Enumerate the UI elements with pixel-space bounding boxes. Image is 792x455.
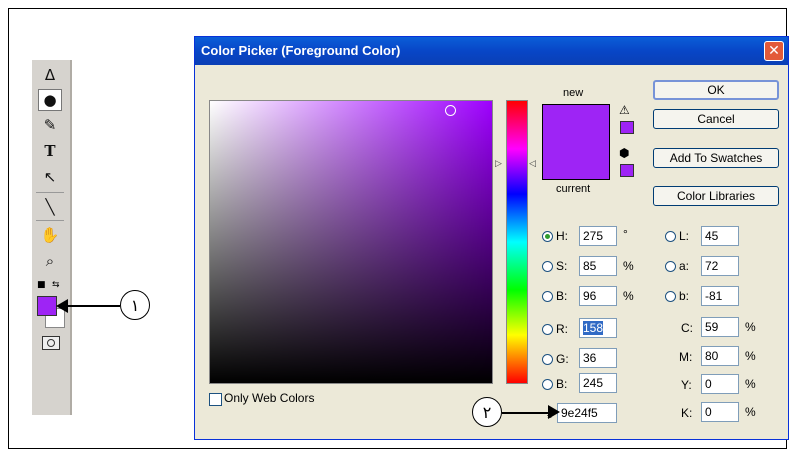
red-input[interactable]: 158 bbox=[579, 318, 617, 338]
gamut-warning-icon[interactable]: ⚠ bbox=[619, 103, 630, 117]
degree-unit: ° bbox=[623, 227, 628, 241]
annotation-label-1: ١ bbox=[120, 290, 150, 320]
a-channel-radio[interactable] bbox=[665, 261, 676, 272]
gamut-color-swatch[interactable] bbox=[620, 121, 634, 134]
saturation-radio[interactable] bbox=[542, 261, 553, 272]
pen-tool-icon[interactable]: ✎ bbox=[38, 114, 62, 136]
color-picker-dialog: Color Picker (Foreground Color) ✕ ▷ ◁ ne… bbox=[194, 36, 789, 440]
magenta-label: M: bbox=[679, 350, 693, 364]
red-label: R: bbox=[556, 322, 568, 336]
a-channel-input[interactable]: 72 bbox=[701, 256, 739, 276]
saturation-label: S: bbox=[556, 259, 568, 273]
cyan-input[interactable]: 59 bbox=[701, 317, 739, 337]
black-input[interactable]: 0 bbox=[701, 402, 739, 422]
toolbox-panel: Δ ● ✎ T ↖ ╲ ✋ ⌕ ■ ⇆ bbox=[32, 60, 72, 415]
cyan-label: C: bbox=[681, 321, 693, 335]
cancel-button[interactable]: Cancel bbox=[653, 109, 779, 129]
ok-button[interactable]: OK bbox=[653, 80, 779, 100]
quick-mask-icon[interactable] bbox=[42, 336, 60, 350]
current-color-label: current bbox=[556, 183, 591, 195]
color-sampler-icon[interactable]: ● bbox=[38, 89, 62, 111]
close-icon[interactable]: ✕ bbox=[764, 41, 784, 61]
dialog-title: Color Picker (Foreground Color) bbox=[201, 43, 401, 58]
hex-input[interactable]: 9e24f5 bbox=[557, 403, 617, 423]
hue-input[interactable]: 275 bbox=[579, 226, 617, 246]
brightness-label: B: bbox=[556, 289, 568, 303]
yellow-label: Y: bbox=[681, 378, 692, 392]
annotation-arrowhead-2 bbox=[548, 405, 560, 419]
annotation-arrow-1 bbox=[62, 305, 120, 307]
saturation-input[interactable]: 85 bbox=[579, 256, 617, 276]
a-channel-label: a: bbox=[679, 259, 690, 273]
hue-slider-right-arrow-icon[interactable]: ◁ bbox=[529, 159, 536, 169]
toolbox-divider bbox=[36, 220, 64, 221]
percent-unit: % bbox=[745, 320, 756, 334]
percent-unit: % bbox=[745, 405, 756, 419]
green-input[interactable]: 36 bbox=[579, 348, 617, 368]
blue-radio[interactable] bbox=[542, 379, 553, 390]
yellow-input[interactable]: 0 bbox=[701, 374, 739, 394]
percent-unit: % bbox=[623, 289, 634, 303]
b-channel-label: b: bbox=[679, 289, 690, 303]
type-tool-icon[interactable]: T bbox=[38, 140, 62, 162]
percent-unit: % bbox=[745, 377, 756, 391]
path-selection-icon[interactable]: ↖ bbox=[38, 166, 62, 188]
annotation-label-2: ٢ bbox=[472, 397, 502, 427]
red-input-selected-text: 158 bbox=[583, 321, 604, 335]
blue-input[interactable]: 245 bbox=[579, 373, 617, 393]
green-radio[interactable] bbox=[542, 354, 553, 365]
toolbox-divider bbox=[36, 192, 64, 193]
blue-label: B: bbox=[556, 377, 568, 391]
hue-slider[interactable] bbox=[506, 100, 528, 384]
add-to-swatches-button[interactable]: Add To Swatches bbox=[653, 148, 779, 168]
black-label: K: bbox=[681, 406, 693, 420]
brightness-input[interactable]: 96 bbox=[579, 286, 617, 306]
hue-slider-left-arrow-icon[interactable]: ▷ bbox=[495, 159, 502, 169]
zoom-tool-icon[interactable]: ⌕ bbox=[38, 250, 62, 272]
new-color-preview bbox=[542, 104, 610, 180]
only-web-colors-label: Only Web Colors bbox=[224, 391, 315, 405]
lightness-label: L: bbox=[679, 229, 690, 243]
only-web-colors-checkbox[interactable] bbox=[209, 393, 222, 406]
b-channel-radio[interactable] bbox=[665, 291, 676, 302]
hue-radio[interactable] bbox=[542, 231, 553, 242]
color-field-cursor[interactable] bbox=[445, 105, 456, 116]
lightness-radio[interactable] bbox=[665, 231, 676, 242]
new-color-label: new bbox=[563, 87, 584, 99]
path-select-icon[interactable]: Δ bbox=[38, 64, 62, 86]
magenta-input[interactable]: 80 bbox=[701, 346, 739, 366]
green-label: G: bbox=[556, 352, 569, 366]
hue-label: H: bbox=[556, 229, 568, 243]
swap-colors-icon[interactable]: ⇆ bbox=[52, 280, 60, 290]
color-field[interactable] bbox=[209, 100, 493, 384]
web-safe-color-swatch[interactable] bbox=[620, 164, 634, 177]
line-tool-icon[interactable]: ╲ bbox=[38, 196, 62, 218]
color-libraries-button[interactable]: Color Libraries bbox=[653, 186, 779, 206]
b-channel-input[interactable]: -81 bbox=[701, 286, 739, 306]
web-safe-cube-icon[interactable]: ⬢ bbox=[619, 146, 629, 160]
percent-unit: % bbox=[623, 259, 634, 273]
annotation-arrowhead-1 bbox=[56, 299, 68, 313]
brightness-radio[interactable] bbox=[542, 291, 553, 302]
percent-unit: % bbox=[745, 349, 756, 363]
dialog-titlebar: Color Picker (Foreground Color) ✕ bbox=[195, 37, 788, 65]
foreground-color-swatch[interactable] bbox=[37, 296, 57, 316]
default-colors-icon[interactable]: ■ bbox=[37, 280, 46, 290]
red-radio[interactable] bbox=[542, 324, 553, 335]
lightness-input[interactable]: 45 bbox=[701, 226, 739, 246]
hand-tool-icon[interactable]: ✋ bbox=[38, 224, 62, 246]
